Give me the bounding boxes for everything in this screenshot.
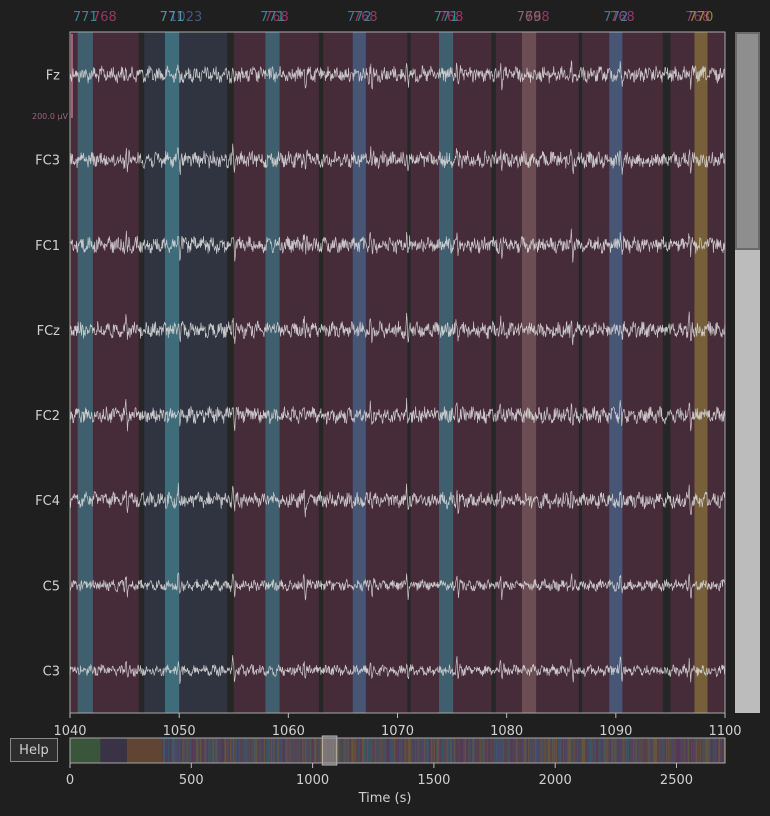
overview-x-tick-label: 1500	[417, 773, 450, 788]
x-tick-label: 1090	[599, 724, 632, 739]
annotation-label: 771	[434, 10, 459, 25]
overview-x-axis-label: Time (s)	[358, 791, 412, 806]
x-tick-label: 1050	[163, 724, 196, 739]
annotation-span-771[interactable]	[438, 32, 454, 713]
x-tick-label: 1040	[53, 724, 86, 739]
channel-label[interactable]: FC2	[35, 409, 60, 424]
x-tick-label: 1100	[708, 724, 741, 739]
annotation-span-771[interactable]	[77, 32, 93, 713]
channel-label[interactable]: FC1	[35, 239, 60, 254]
annotation-label: 769	[517, 10, 542, 25]
annotation-span-768[interactable]	[495, 32, 579, 713]
overview-x-tick-label: 2000	[539, 773, 572, 788]
channel-labels: Fz FC3 FC1 FCz FC2 FC4 C5 C3	[35, 69, 60, 680]
time-axis: 1040 1050 1060 1070 1080 1090 1100	[53, 713, 742, 739]
channel-label[interactable]: Fz	[46, 69, 60, 84]
annotation-span-770[interactable]	[694, 32, 708, 713]
annotation-span-771[interactable]	[265, 32, 280, 713]
annotation-span-1023[interactable]	[144, 32, 228, 713]
overview-x-tick-label: 2500	[660, 773, 693, 788]
channel-label[interactable]: C3	[43, 664, 60, 679]
overview-time-axis: 0 500 1000 1500 2000 2500	[66, 763, 693, 788]
channel-scrollbar-thumb[interactable]	[735, 32, 760, 250]
annotation-span-771[interactable]	[164, 32, 180, 713]
annotation-labels: 768771 1023771 768771 768772 768771 768769 768…	[73, 10, 714, 25]
overview-segment	[70, 738, 101, 763]
overview-x-tick-label: 1000	[296, 773, 329, 788]
annotation-span-769[interactable]	[521, 32, 537, 713]
annotation-label: 771	[160, 10, 185, 25]
overview-bar[interactable]	[69, 735, 726, 766]
annotation-label: 772	[347, 10, 372, 25]
channel-label[interactable]: FC4	[35, 494, 60, 509]
annotation-label: 771	[73, 10, 98, 25]
eeg-browser-figure: 768771 1023771 768771 768772 768771 768769 768…	[32, 10, 742, 788]
channel-label[interactable]: C5	[43, 579, 60, 594]
channel-label[interactable]: FCz	[37, 324, 61, 339]
overview-segment	[127, 738, 163, 763]
overview-view-window[interactable]	[321, 735, 338, 766]
help-button[interactable]: Help	[10, 738, 58, 762]
annotation-label: 770	[689, 10, 714, 25]
x-tick-label: 1080	[490, 724, 523, 739]
annotation-label: 772	[603, 10, 628, 25]
overview-x-tick-label: 500	[179, 773, 204, 788]
annotation-span-772[interactable]	[352, 32, 366, 713]
eeg-plot-area[interactable]	[69, 31, 726, 714]
overview-x-tick-label: 0	[66, 773, 74, 788]
channel-label[interactable]: FC3	[35, 154, 60, 169]
annotation-span-772[interactable]	[609, 32, 623, 713]
x-tick-label: 1060	[272, 724, 305, 739]
x-tick-label: 1070	[381, 724, 414, 739]
scale-bar-label: 200.0 µV	[32, 112, 69, 121]
annotation-label: 771	[260, 10, 285, 25]
channel-scrollbar[interactable]	[735, 32, 760, 713]
